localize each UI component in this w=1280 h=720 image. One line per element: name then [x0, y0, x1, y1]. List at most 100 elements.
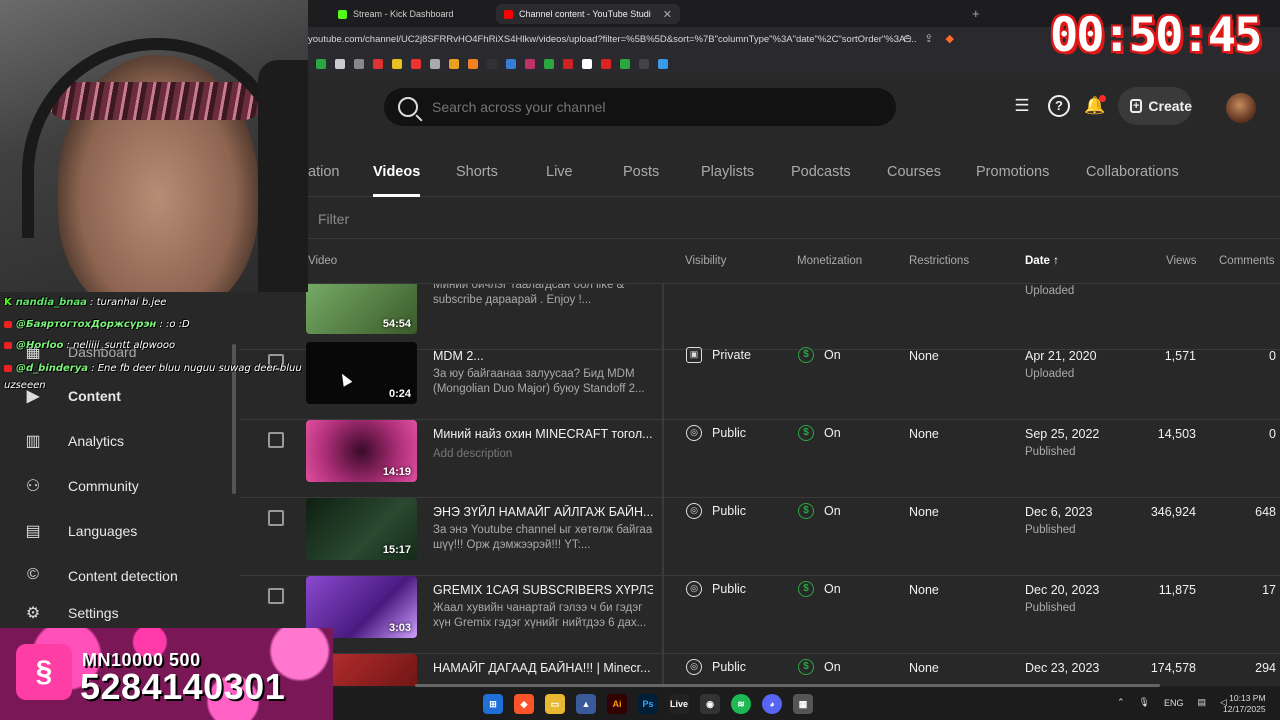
tab-collaborations[interactable]: Collaborations — [1086, 164, 1179, 180]
bookmark-icon[interactable] — [354, 58, 364, 69]
video-title[interactable]: MDM 2... — [433, 349, 653, 363]
tab-podcasts[interactable]: Podcasts — [791, 164, 851, 180]
system-clock[interactable]: 10:13 PM 12/17/2025 — [1223, 693, 1266, 715]
table-row[interactable]: 3:03 GREMIX 1САЯ SUBSCRIBERS ХҮРЛЭ... Жа… — [240, 576, 1280, 654]
close-tab-icon[interactable]: ✕ — [663, 8, 672, 21]
horizontal-scrollbar[interactable] — [415, 684, 1160, 687]
visibility-cell[interactable]: ◎ Public — [686, 581, 746, 597]
monetization-cell[interactable]: $ On — [798, 425, 841, 441]
video-description: Миний бичлэг таалагдсан бол like & subsc… — [433, 284, 625, 306]
video-thumbnail[interactable]: 54:54 — [306, 284, 417, 334]
app-icon[interactable]: ▲ — [576, 694, 596, 714]
monetization-cell[interactable]: $ On — [798, 503, 841, 519]
bookmark-icon[interactable] — [316, 58, 326, 69]
share-icon[interactable]: ⇪ — [924, 32, 933, 45]
video-description[interactable]: Add description — [433, 447, 653, 462]
video-thumbnail[interactable]: 0:24 — [306, 342, 417, 404]
bookmark-icon[interactable] — [335, 58, 345, 69]
bookmark-icon[interactable] — [487, 58, 497, 69]
microphone-tray-icon[interactable]: 🎙 — [1139, 697, 1150, 708]
illustrator-icon[interactable]: Ai — [607, 694, 627, 714]
calculator-icon[interactable]: ▦ — [793, 694, 813, 714]
url-text[interactable]: youtube.com/channel/UC2j8SFRRvHO4FhRiXS4… — [308, 34, 917, 45]
live-icon[interactable]: Live — [669, 694, 689, 714]
table-row[interactable]: 0:24 MDM 2... За юу байгаанаа залуусаа? … — [240, 342, 1280, 420]
search-bar[interactable] — [384, 88, 896, 126]
tray-chevron-icon[interactable]: ⌃ — [1117, 697, 1125, 708]
bookmark-icon[interactable] — [639, 58, 649, 69]
row-checkbox[interactable] — [268, 432, 284, 448]
tab-live[interactable]: Live — [546, 164, 573, 180]
language-indicator[interactable]: ENG — [1164, 698, 1184, 708]
browser-tab-youtube[interactable]: Channel content - YouTube Studi ✕ — [496, 4, 680, 24]
bookmark-icon[interactable] — [658, 58, 668, 69]
obs-icon[interactable]: ◉ — [700, 694, 720, 714]
start-menu-icon[interactable]: ⊞ — [483, 694, 503, 714]
tab-videos[interactable]: Videos — [373, 164, 421, 197]
sidebar-item-settings[interactable]: ⚙ Settings — [22, 601, 119, 625]
brave-browser-icon[interactable]: ◆ — [514, 694, 534, 714]
bookmark-icon[interactable] — [430, 58, 440, 69]
monetization-cell[interactable]: $ On — [798, 659, 841, 675]
search-input[interactable] — [432, 99, 852, 115]
bookmark-icon[interactable] — [582, 58, 592, 69]
new-tab-icon[interactable]: + — [972, 6, 980, 21]
visibility-cell[interactable]: ◎ Public — [686, 659, 746, 675]
create-button[interactable]: + Create — [1118, 87, 1192, 125]
visibility-cell[interactable]: ◎ Public — [686, 425, 746, 441]
bookmark-icon[interactable] — [449, 58, 459, 69]
bookmark-icon[interactable] — [506, 58, 516, 69]
bookmark-icon[interactable] — [525, 58, 535, 69]
row-checkbox[interactable] — [268, 588, 284, 604]
row-checkbox[interactable] — [268, 510, 284, 526]
sidebar-item-community[interactable]: ⚇ Community — [22, 474, 139, 498]
table-row[interactable]: 54:54 Миний бичлэг таалагдсан бол like &… — [240, 284, 1280, 350]
tab-courses[interactable]: Courses — [887, 164, 941, 180]
bookmark-icon[interactable] — [544, 58, 554, 69]
table-row[interactable]: 14:19 Миний найз охин MINECRAFT тогол...… — [240, 420, 1280, 498]
sidebar-item-languages[interactable]: ▤ Languages — [22, 519, 137, 543]
video-title[interactable]: GREMIX 1САЯ SUBSCRIBERS ХҮРЛЭ... — [433, 583, 653, 597]
bookmark-icon[interactable] — [620, 58, 630, 69]
video-thumbnail[interactable]: 15:17 — [306, 498, 417, 560]
tab-shorts[interactable]: Shorts — [456, 164, 498, 180]
photoshop-icon[interactable]: Ps — [638, 694, 658, 714]
monetization-cell[interactable]: $ On — [798, 581, 841, 597]
video-title[interactable]: НАМАЙГ ДАГААД БАЙНА!!! | Minecr... — [433, 661, 653, 675]
feedback-icon[interactable]: ☰ — [1011, 95, 1033, 117]
video-title[interactable]: Миний найз охин MINECRAFT тогол... — [433, 427, 653, 441]
table-row[interactable]: 15:17 ЭНЭ ЗҮЙЛ НАМАЙГ АЙЛГАЖ БАЙН... За … — [240, 498, 1280, 576]
file-explorer-icon[interactable]: ▭ — [545, 694, 565, 714]
notifications-bell-icon[interactable]: 🔔 — [1084, 95, 1106, 117]
discord-icon[interactable]: ◕ — [762, 694, 782, 714]
bookmark-icon[interactable] — [563, 58, 573, 69]
bookmark-icon[interactable] — [392, 58, 402, 69]
filter-label[interactable]: Filter — [318, 211, 349, 227]
bookmark-icon[interactable] — [373, 58, 383, 69]
sidebar-item-content-detection[interactable]: © Content detection — [22, 564, 178, 588]
tab-inspiration[interactable]: ation — [308, 164, 339, 180]
video-title[interactable]: ЭНЭ ЗҮЙЛ НАМАЙГ АЙЛГАЖ БАЙН... — [433, 505, 653, 519]
network-icon[interactable]: ▤ — [1198, 697, 1207, 708]
video-thumbnail[interactable]: 14:19 — [306, 420, 417, 482]
column-date[interactable]: Date ↑ — [1025, 255, 1059, 267]
visibility-cell[interactable]: ▣ Private — [686, 347, 751, 363]
bookmark-icon[interactable] — [411, 58, 421, 69]
zoom-icon[interactable]: ⊖ — [903, 32, 912, 45]
tab-posts[interactable]: Posts — [623, 164, 659, 180]
avatar[interactable] — [1226, 93, 1256, 123]
monetization-cell[interactable]: $ On — [798, 347, 841, 363]
spotify-icon[interactable]: ≋ — [731, 694, 751, 714]
bookmark-icon[interactable] — [468, 58, 478, 69]
tab-promotions[interactable]: Promotions — [976, 164, 1049, 180]
chat-message: @БаяртогтохДоржсүрэн : :o :D — [4, 319, 190, 330]
bookmark-icon[interactable] — [601, 58, 611, 69]
filter-bar[interactable]: Filter — [308, 197, 1280, 239]
brave-shield-icon[interactable]: ◆ — [945, 32, 953, 45]
visibility-cell[interactable]: ◎ Public — [686, 503, 746, 519]
browser-tab-kick[interactable]: Stream - Kick Dashboard — [330, 4, 462, 24]
help-icon[interactable]: ? — [1048, 95, 1070, 117]
table-row[interactable]: НАМАЙГ ДАГААД БАЙНА!!! | Minecr... ◎ Pub… — [240, 654, 1280, 686]
sidebar-item-analytics[interactable]: ▥ Analytics — [22, 429, 124, 453]
tab-playlists[interactable]: Playlists — [701, 164, 754, 180]
